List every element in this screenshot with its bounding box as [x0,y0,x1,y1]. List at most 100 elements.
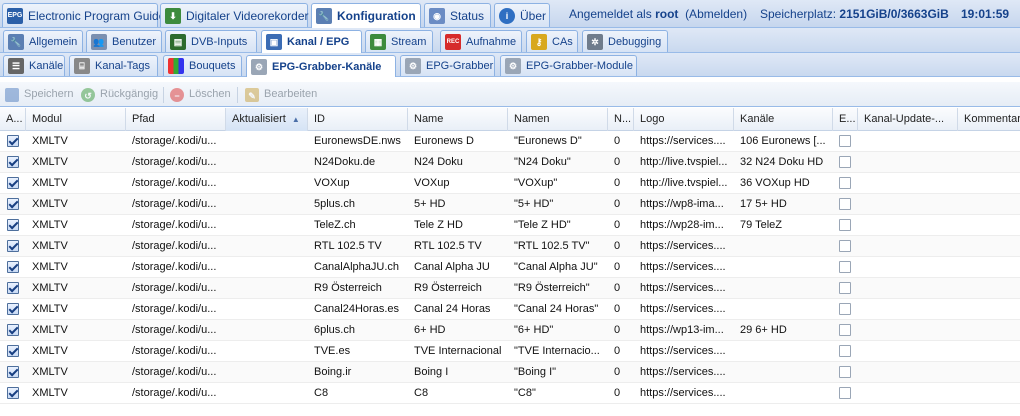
table-row[interactable]: XMLTV/storage/.kodi/u... TeleZ.ch Tele Z H… [0,215,1020,236]
epg-enabled-checkbox[interactable] [839,135,851,147]
save-button[interactable]: Speichern [5,82,74,107]
sort-asc-icon: ▲ [291,115,300,124]
tab-status[interactable]: ◉ Status [424,3,491,27]
col-name[interactable]: Name [408,108,508,131]
users-icon: 👥 [91,33,107,50]
epg-enabled-checkbox[interactable] [839,282,851,294]
tab-epg-grabber[interactable]: ⚙ EPG-Grabber [400,55,495,76]
col-names[interactable]: Namen [508,108,608,131]
table-row[interactable]: XMLTV/storage/.kodi/u... 5plus.ch 5+ HD "5+… [0,194,1020,215]
tab-dvb-inputs[interactable]: ▤ DVB-Inputs [165,30,257,52]
tab-about-label: Über [520,8,547,23]
tab-users[interactable]: 👥 Benutzer [86,30,162,52]
logout-link[interactable]: (Abmelden) [685,7,747,21]
table-row[interactable]: XMLTV/storage/.kodi/u... Canal24Horas.es C… [0,299,1020,320]
col-channel-update[interactable]: Kanal-Update-... [858,108,958,131]
col-enabled[interactable]: A... [0,108,26,131]
toolbar-separator [237,87,238,103]
tab-channel-epg[interactable]: ▣ Kanal / EPG [261,30,362,53]
wrench-icon: 🔧 [316,8,332,24]
delete-button[interactable]: − Löschen [170,82,231,107]
epg-enabled-checkbox[interactable] [839,324,851,336]
enabled-checkbox[interactable] [7,156,19,168]
tab-channel-tags[interactable]: ⌸ Kanal-Tags [69,55,158,76]
info-icon: i [499,7,515,24]
tab-epg-grabber-channels[interactable]: ⚙ EPG-Grabber-Kanäle [246,55,396,77]
cell-channels [734,236,833,257]
edit-button[interactable]: ✎ Bearbeiten [245,82,317,107]
cell-module: XMLTV [32,345,68,357]
cell-name: Tele Z HD [414,219,463,231]
cell-logo: http://live.tvspiel... [640,177,728,189]
table-row[interactable]: XMLTV/storage/.kodi/u... C8 C8 "C8" 0 https:/… [0,383,1020,404]
table-row[interactable]: XMLTV/storage/.kodi/u... N24Doku.de N24 Do… [0,152,1020,173]
clock: 19:01:59 [961,7,1010,21]
col-number[interactable]: N... [608,108,634,131]
tab-stream[interactable]: ▦ Stream [365,30,433,52]
cell-id: CanalAlphaJU.ch [314,261,399,273]
epg-enabled-checkbox[interactable] [839,219,851,231]
cell-module: XMLTV [32,156,68,168]
enabled-checkbox[interactable] [7,345,19,357]
tab-recording[interactable]: REC Aufnahme [440,30,522,52]
col-module[interactable]: Modul [26,108,126,131]
enabled-checkbox[interactable] [7,324,19,336]
col-updated[interactable]: Aktualisiert ▲ [226,108,308,131]
enabled-checkbox[interactable] [7,240,19,252]
cell-logo: https://wp8-ima... [640,198,724,210]
epg-enabled-checkbox[interactable] [839,387,851,399]
enabled-checkbox[interactable] [7,219,19,231]
enabled-checkbox[interactable] [7,261,19,273]
tab-epg-grabber-modules[interactable]: ⚙ EPG-Grabber-Module [500,55,637,76]
table-row[interactable]: XMLTV/storage/.kodi/u... TVE.es TVE Intern… [0,341,1020,362]
enabled-checkbox[interactable] [7,177,19,189]
enabled-checkbox[interactable] [7,387,19,399]
col-logo[interactable]: Logo [634,108,734,131]
enabled-checkbox[interactable] [7,366,19,378]
epg-enabled-checkbox[interactable] [839,303,851,315]
tab-cas[interactable]: ⚷ CAs [526,30,578,52]
grid-icon [168,58,184,74]
epg-enabled-checkbox[interactable] [839,177,851,189]
table-row[interactable]: XMLTV/storage/.kodi/u... 6plus.ch 6+ HD "6+… [0,320,1020,341]
enabled-checkbox[interactable] [7,198,19,210]
epg-enabled-checkbox[interactable] [839,261,851,273]
table-row[interactable]: XMLTV/storage/.kodi/u... EuronewsDE.nws Eu… [0,131,1020,152]
cell-id: TVE.es [314,345,351,357]
epg-enabled-checkbox[interactable] [839,240,851,252]
epg-enabled-checkbox[interactable] [839,198,851,210]
tab-configuration[interactable]: 🔧 Konfiguration [311,3,421,28]
table-row[interactable]: XMLTV/storage/.kodi/u... VOXup VOXup "VOXup… [0,173,1020,194]
cell-updated [226,299,308,320]
cell-number: 0 [614,261,621,273]
epg-enabled-checkbox[interactable] [839,156,851,168]
table-row[interactable]: XMLTV/storage/.kodi/u... R9 Österreich R9 … [0,278,1020,299]
table-row[interactable]: XMLTV/storage/.kodi/u... CanalAlphaJU.ch C… [0,257,1020,278]
enabled-checkbox[interactable] [7,135,19,147]
col-comment[interactable]: Kommentar [958,108,1020,131]
enabled-checkbox[interactable] [7,303,19,315]
col-path[interactable]: Pfad [126,108,226,131]
tab-epg[interactable]: EPG Electronic Program Guide [2,3,165,27]
epg-enabled-checkbox[interactable] [839,366,851,378]
col-epg-enabled[interactable]: E... [833,108,858,131]
enabled-checkbox[interactable] [7,282,19,294]
tab-channel-epg-label: Kanal / EPG [287,36,350,48]
key-icon: ⚷ [531,33,547,50]
table-row[interactable]: XMLTV/storage/.kodi/u... RTL 102.5 TV RTL … [0,236,1020,257]
tab-general[interactable]: 🔧 Allgemein [3,30,83,52]
tab-bouquets-label: Bouquets [189,60,236,72]
epg-enabled-checkbox[interactable] [839,345,851,357]
col-channels[interactable]: Kanäle [734,108,833,131]
cell-channels [734,278,833,299]
table-row[interactable]: XMLTV/storage/.kodi/u... Boing.ir Boing I "… [0,362,1020,383]
col-id[interactable]: ID [308,108,408,131]
tab-channels[interactable]: ☰ Kanäle [3,55,65,76]
tab-bouquets[interactable]: Bouquets [163,55,242,76]
tab-about[interactable]: i Über [494,3,550,27]
tab-dvr[interactable]: ⬇ Digitaler Videorekorder [160,3,309,27]
undo-button[interactable]: ↺ Rückgängig [81,82,158,107]
tab-channel-tags-label: Kanal-Tags [95,60,151,72]
tab-debugging[interactable]: ✲ Debugging [582,30,668,52]
login-info: Angemeldet als root (Abmelden) [569,0,747,28]
